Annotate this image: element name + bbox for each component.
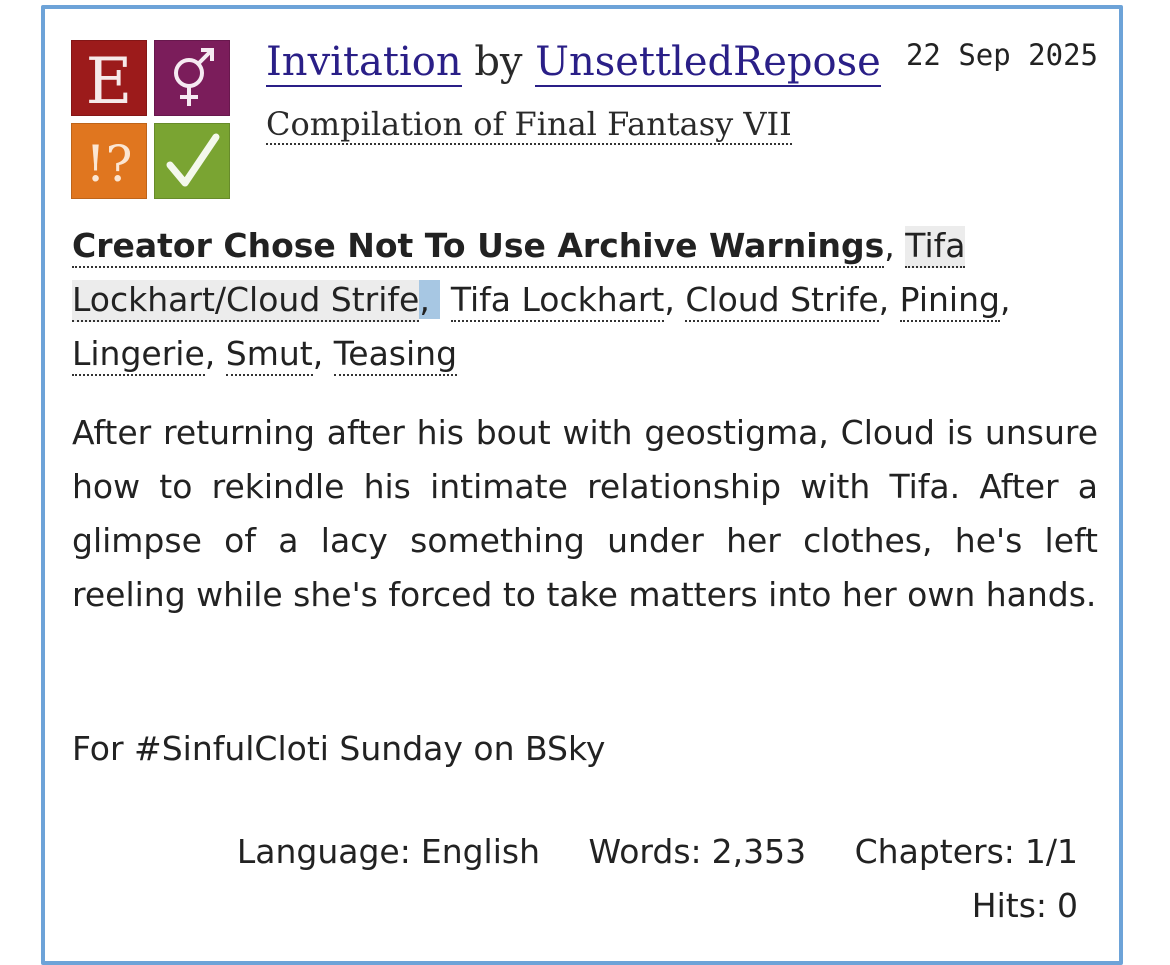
svg-text:!?: !? [86,135,133,193]
rating-explicit-icon-glyph: E [86,45,133,116]
checkmark-icon [166,133,220,187]
tag-freeform[interactable]: Teasing [333,334,458,376]
fandom-heading: Compilation of Final Fantasy VII [266,102,792,146]
stat-language: Language: English [237,832,540,871]
stats-row-1: Language: English Words: 2,353 Chapters: 1/… [237,825,1078,879]
stat-chapters-label: Chapters: [854,832,1015,871]
tag-separator: , [204,334,216,373]
stat-words-label: Words: [588,832,702,871]
tag-character[interactable]: Cloud Strife [685,280,879,322]
stat-chapters-value: 1/1 [1024,832,1078,871]
tag-character[interactable]: Tifa Lockhart [450,280,665,322]
tag-separator: , [312,334,324,373]
gender-symbol-icon [174,48,214,106]
tag-separator: , [419,280,430,319]
tag-separator-selected: , [419,280,441,319]
stat-hits-value: 0 [1057,886,1078,925]
work-heading: Invitation by UnsettledRepose [266,36,881,88]
fandom-link[interactable]: Compilation of Final Fantasy VII [266,105,792,145]
stat-chapters: Chapters: 1/1 [855,832,1078,871]
tag-separator: , [999,280,1011,319]
work-stats: Language: English Words: 2,353 Chapters: 1/… [237,825,1078,933]
stat-words: Words: 2,353 [589,832,807,871]
warning-choose-not-to-warn-icon[interactable]: !? [71,123,147,199]
stat-language-label: Language: [236,832,411,871]
tag-separator: , [664,280,675,319]
category-multi-gender-icon[interactable] [154,40,230,116]
stat-hits-label: Hits: [971,886,1047,925]
tag-freeform[interactable]: Pining [899,280,1000,322]
tag-separator: , [878,280,890,319]
rating-explicit-icon[interactable]: E [71,40,147,116]
tag-warning[interactable]: Creator Chose Not To Use Archive Warning… [72,226,885,268]
tag-freeform[interactable]: Smut [225,334,313,376]
warning-symbol-icon: !? [86,135,133,193]
by-label: by [474,39,523,85]
complete-work-checkmark-icon[interactable] [154,123,230,199]
tag-list: Creator Chose Not To Use Archive Warning… [72,219,1082,381]
stats-row-2: Hits: 0 [237,879,1078,933]
tag-freeform[interactable]: Lingerie [72,334,205,376]
stat-language-value: English [420,832,541,871]
tag-separator: , [884,226,895,265]
author-link[interactable]: UnsettledRepose [535,39,881,87]
work-summary: After returning after his bout with geos… [72,413,1098,614]
stat-hits: Hits: 0 [972,886,1078,925]
published-date: 22 Sep 2025 [905,38,1098,72]
author-note: For #SinfulCloti Sunday on BSky [72,729,606,768]
stat-words-value: 2,353 [711,832,807,871]
work-title-link[interactable]: Invitation [266,39,462,87]
svg-text:E: E [86,45,133,116]
